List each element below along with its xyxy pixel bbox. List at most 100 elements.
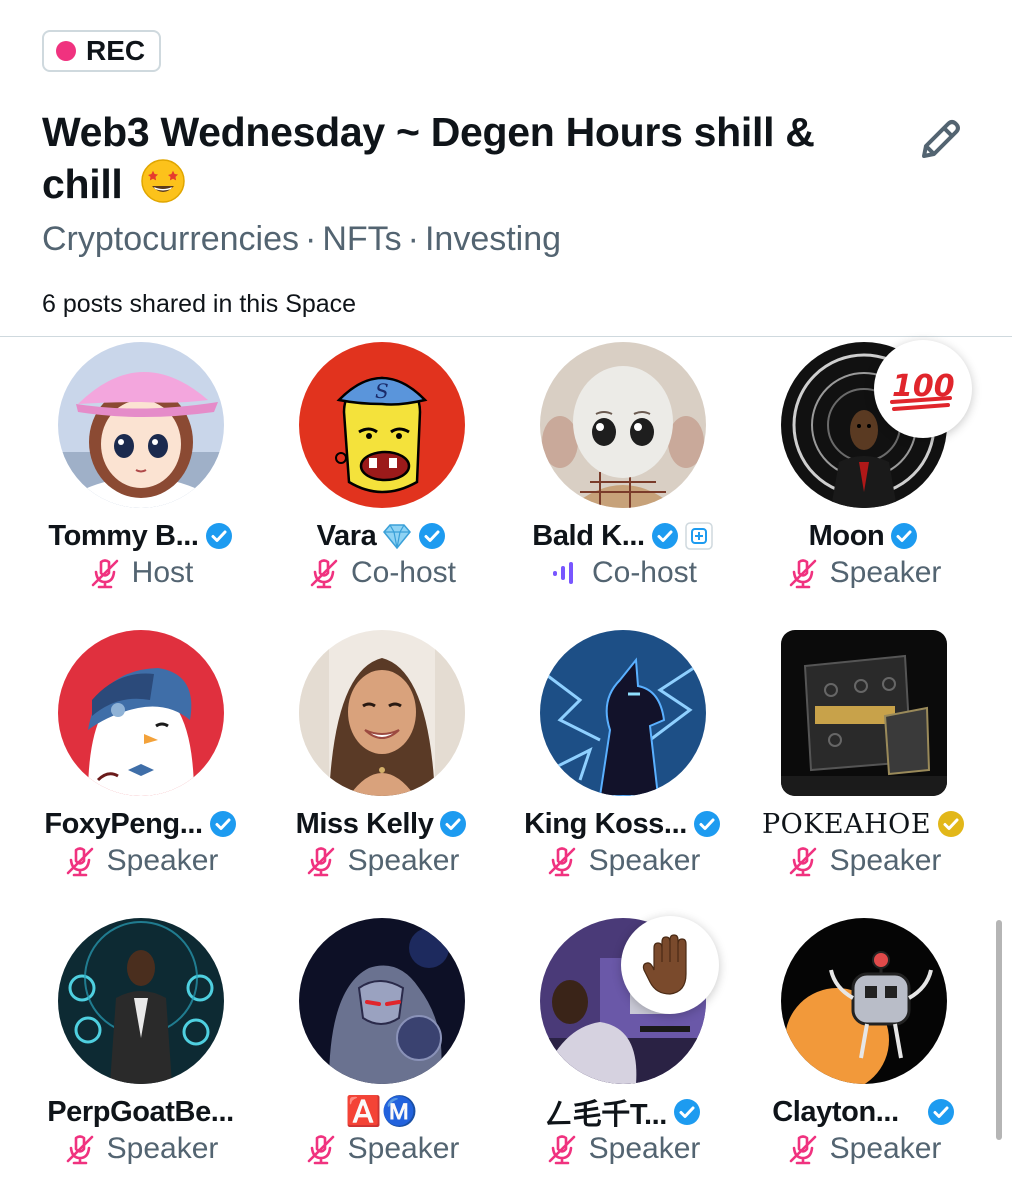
participant-role: Speaker xyxy=(829,1132,942,1165)
avatar[interactable] xyxy=(539,630,706,796)
edit-pencil-icon[interactable] xyxy=(912,112,968,168)
posts-shared-count[interactable]: 6 posts shared in this Space xyxy=(42,290,356,319)
participant-role-row: Speaker xyxy=(786,1132,942,1166)
verified-badge-icon xyxy=(209,811,236,837)
topic[interactable]: Cryptocurrencies xyxy=(42,220,299,258)
space-topics: Cryptocurrencies · NFTs · Investing xyxy=(42,220,561,259)
participant-tile[interactable]: Miss Kelly Speaker xyxy=(261,628,502,916)
scrollbar[interactable] xyxy=(996,920,1002,1140)
avatar[interactable] xyxy=(780,630,947,796)
participant-role-row: Co-host xyxy=(307,556,456,590)
verified-badge-icon xyxy=(651,523,678,549)
participants-grid: Tommy B... Host S Vara Co-host Bald K...… xyxy=(20,340,984,1204)
participant-name: Bald K... xyxy=(532,519,645,552)
participant-name: Clayton... xyxy=(772,1095,899,1128)
gem-emoji-icon xyxy=(382,523,412,549)
topic[interactable]: NFTs xyxy=(322,220,401,258)
participant-role-row: Speaker xyxy=(63,844,219,878)
verified-badge-icon xyxy=(440,811,467,837)
participant-tile[interactable]: Bald K... Co-host xyxy=(502,340,743,628)
verified-badge-icon xyxy=(891,523,918,549)
participant-role: Speaker xyxy=(106,844,219,877)
topic-separator: · xyxy=(304,220,317,258)
participant-role: Speaker xyxy=(106,1132,219,1165)
topic[interactable]: Investing xyxy=(425,220,561,258)
participant-role-row: Host xyxy=(88,556,194,590)
mic-muted-icon xyxy=(307,1135,334,1165)
avatar[interactable] xyxy=(298,918,465,1084)
participant-role: Speaker xyxy=(347,844,460,877)
participant-name: 🅰️Ⓜ️ xyxy=(345,1096,418,1128)
mic-muted-icon xyxy=(307,847,334,877)
participant-name-row: PerpGoatBe... xyxy=(47,1092,234,1132)
avatar[interactable] xyxy=(57,918,224,1084)
avatar[interactable] xyxy=(57,342,224,508)
participant-role-row: Speaker xyxy=(545,1132,701,1166)
participant-name: Moon xyxy=(808,519,885,552)
participant-tile[interactable]: POKEAHOE Speaker xyxy=(743,628,984,916)
reaction-hundred-points-icon: 100 xyxy=(874,340,972,438)
participant-name: King Koss... xyxy=(524,807,687,840)
participant-role: Speaker xyxy=(588,1132,701,1165)
divider xyxy=(0,336,1012,337)
participant-role-row: Co-host xyxy=(548,556,697,590)
avatar[interactable]: S xyxy=(298,342,465,508)
recording-dot-icon xyxy=(56,41,76,61)
mic-muted-icon xyxy=(789,1135,816,1165)
participant-role: Co-host xyxy=(591,556,698,589)
verified-badge-icon xyxy=(673,1099,700,1125)
mic-muted-icon xyxy=(310,559,338,589)
participant-role-row: Speaker xyxy=(786,844,942,878)
participant-role-row: Speaker xyxy=(63,1132,219,1166)
participant-role: Speaker xyxy=(829,844,942,877)
participant-name-row: Bald K... xyxy=(532,516,713,556)
mic-muted-icon xyxy=(66,1135,93,1165)
speaking-indicator-icon xyxy=(552,562,573,584)
participant-role: Speaker xyxy=(829,556,942,589)
participant-role: Host xyxy=(131,556,194,589)
participant-tile[interactable]: ㄥ毛千T... Speaker xyxy=(502,916,743,1204)
participant-tile[interactable]: FoxyPeng... Speaker xyxy=(20,628,261,916)
avatar[interactable] xyxy=(298,630,465,796)
participant-tile[interactable]: PerpGoatBe... Speaker xyxy=(20,916,261,1204)
star-struck-emoji-icon xyxy=(140,158,186,216)
participant-name: ㄥ毛千T... xyxy=(544,1099,667,1131)
verified-badge-icon xyxy=(419,523,446,549)
avatar[interactable] xyxy=(780,918,947,1084)
participant-name: Tommy B... xyxy=(48,519,199,552)
participant-role-row: Speaker xyxy=(786,556,942,590)
participant-role-row: Speaker xyxy=(304,844,460,878)
participant-tile[interactable]: Clayton... Speaker xyxy=(743,916,984,1204)
participant-name-row: 🅰️Ⓜ️ xyxy=(345,1092,418,1132)
recording-label: REC xyxy=(86,35,146,66)
affiliate-badge-icon xyxy=(684,522,713,550)
space-title: Web3 Wednesday ~ Degen Hours shill & chi… xyxy=(42,106,902,216)
participant-name: FoxyPeng... xyxy=(44,807,203,840)
participant-tile[interactable]: 100 Moon Speaker xyxy=(743,340,984,628)
participant-role: Co-host xyxy=(350,556,457,589)
topic-separator: · xyxy=(407,220,419,258)
participant-name-row: King Koss... xyxy=(524,804,721,844)
mic-muted-icon xyxy=(66,847,93,877)
participant-role: Speaker xyxy=(347,1132,460,1165)
participant-name-row: Vara xyxy=(317,516,447,556)
participant-tile[interactable]: King Koss... Speaker xyxy=(502,628,743,916)
avatar[interactable] xyxy=(539,342,706,508)
participant-role-row: Speaker xyxy=(304,1132,460,1166)
reaction-raised-hand-icon xyxy=(621,916,719,1014)
recording-badge: REC xyxy=(42,30,162,72)
participant-tile[interactable]: S Vara Co-host xyxy=(261,340,502,628)
participant-name-row: ㄥ毛千T... xyxy=(544,1092,701,1132)
participant-name-row: Miss Kelly xyxy=(296,804,468,844)
participant-name-row: Clayton... xyxy=(772,1092,955,1132)
participant-tile[interactable]: 🅰️Ⓜ️ Speaker xyxy=(261,916,502,1204)
participant-name-row: Tommy B... xyxy=(48,516,232,556)
participant-name-row: Moon xyxy=(809,516,919,556)
verified-gold-badge-icon xyxy=(938,811,965,837)
verified-badge-icon xyxy=(205,523,232,549)
participant-name: Vara xyxy=(316,519,377,552)
mic-muted-icon xyxy=(91,559,118,589)
avatar[interactable] xyxy=(57,630,224,796)
participant-tile[interactable]: Tommy B... Host xyxy=(20,340,261,628)
mic-muted-icon xyxy=(789,559,816,589)
